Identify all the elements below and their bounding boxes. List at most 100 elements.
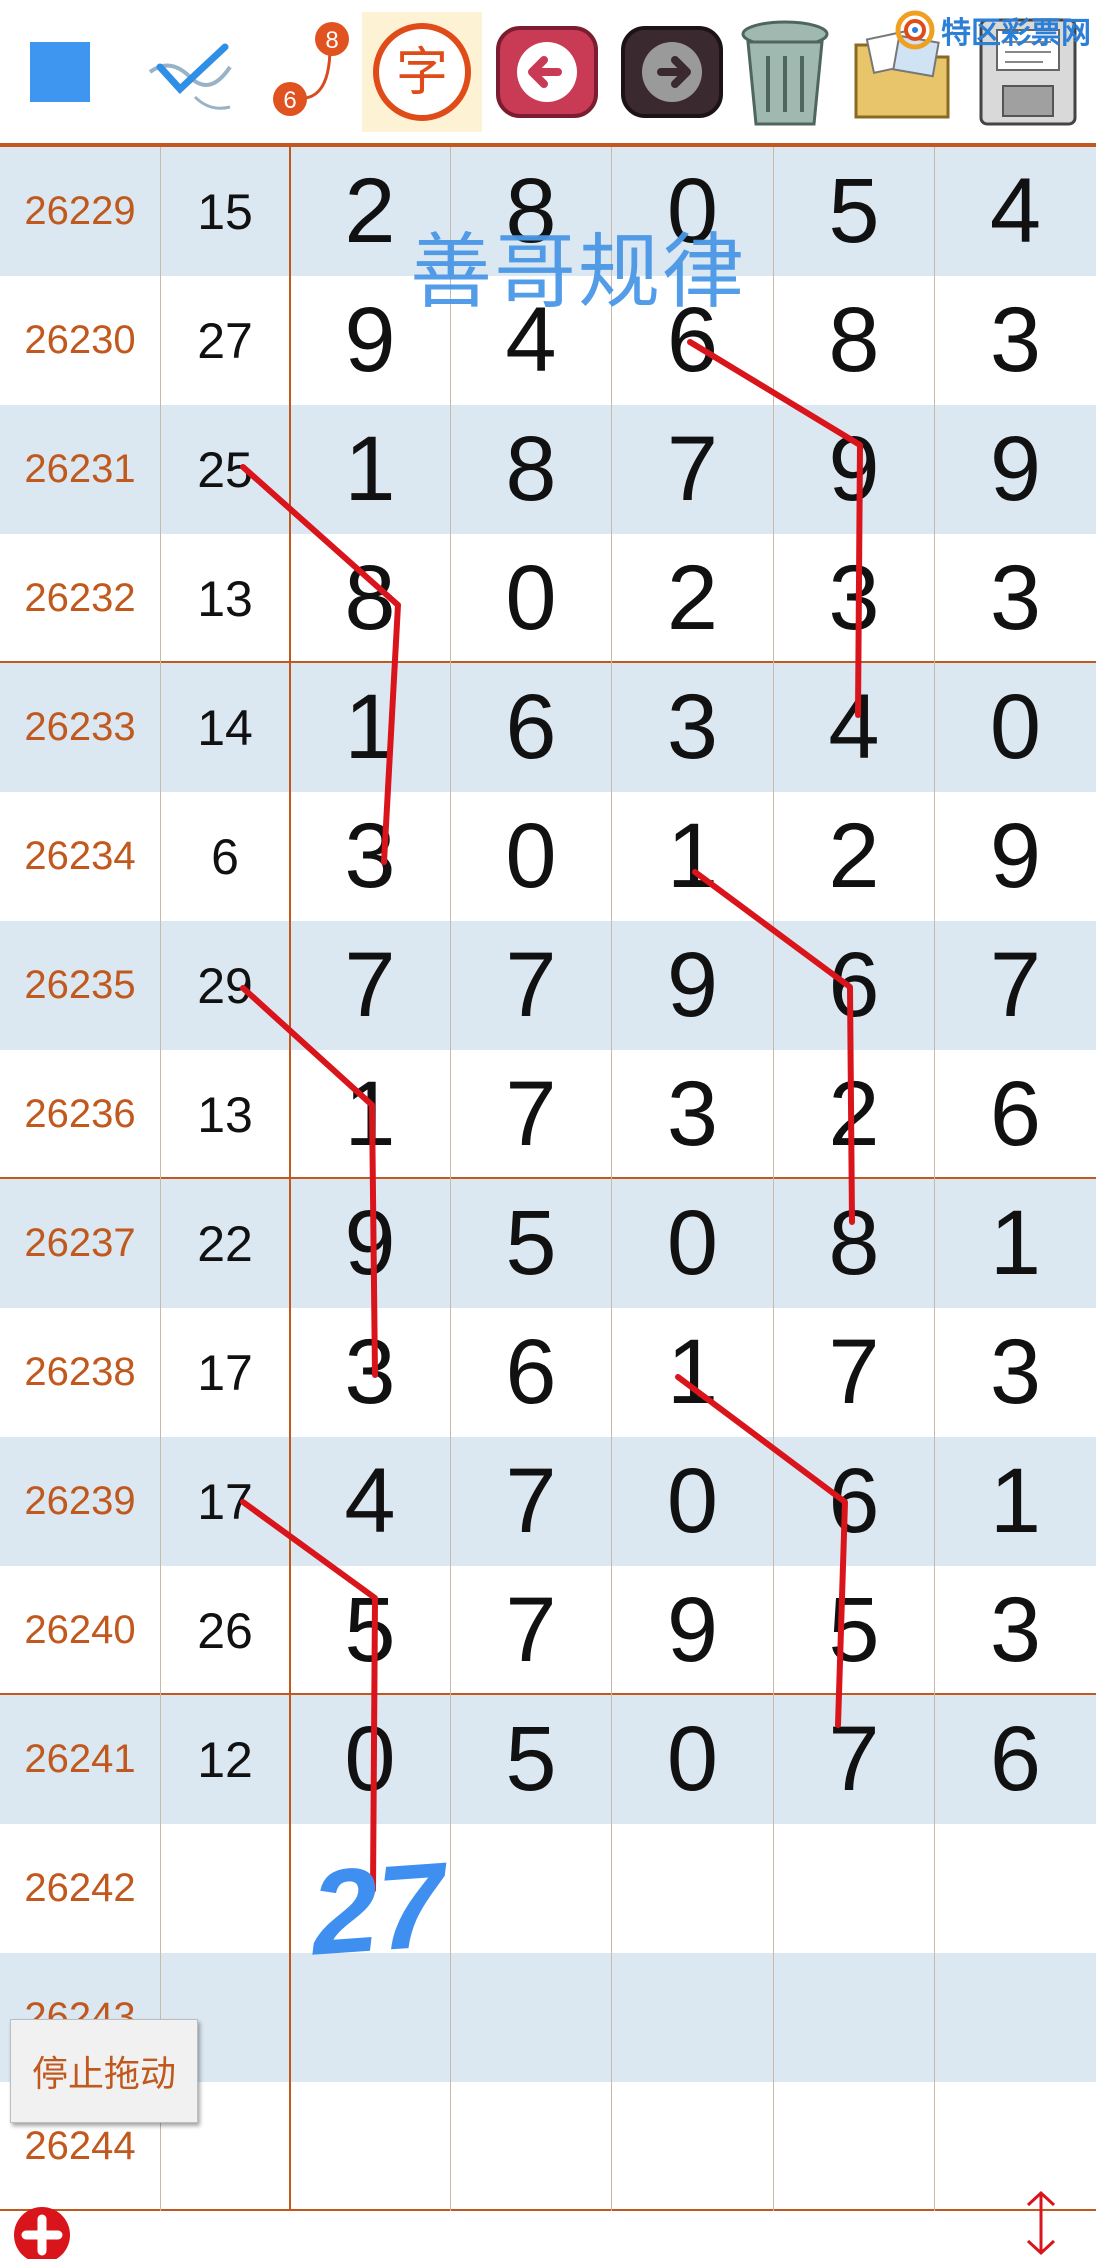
digit-cell[interactable]: 6 xyxy=(935,1050,1096,1179)
digit-cell[interactable]: 9 xyxy=(290,1179,450,1308)
digit-cell[interactable] xyxy=(451,2082,611,2211)
digit-cell[interactable]: 0 xyxy=(935,663,1096,792)
issue-number: 26234 xyxy=(24,834,136,878)
issue-number: 26238 xyxy=(24,1350,136,1394)
digit-cell[interactable]: 9 xyxy=(612,1566,773,1695)
number-link-icon[interactable]: 8 6 xyxy=(255,12,375,132)
digit-cell[interactable]: 3 xyxy=(935,1566,1096,1695)
digit-cell[interactable]: 5 xyxy=(774,147,934,276)
digit-cell[interactable]: 3 xyxy=(774,534,934,663)
digit-cell[interactable]: 1 xyxy=(290,1050,450,1179)
digit-cell[interactable]: 7 xyxy=(612,405,773,534)
digit-cell[interactable]: 4 xyxy=(774,663,934,792)
digit-cell[interactable]: 0 xyxy=(451,534,611,663)
digit-cell[interactable]: 7 xyxy=(935,921,1096,1050)
trash-icon[interactable] xyxy=(725,12,845,132)
digit-cell[interactable]: 6 xyxy=(774,921,934,1050)
digit-cell[interactable]: 5 xyxy=(451,1695,611,1824)
digit-cell[interactable]: 6 xyxy=(451,663,611,792)
digit-cell[interactable]: 3 xyxy=(935,1308,1096,1437)
digit-cell[interactable]: 7 xyxy=(451,1437,611,1566)
table-row: 26238 17 3 6 1 7 3 xyxy=(0,1308,1096,1437)
digit-cell[interactable]: 1 xyxy=(935,1179,1096,1308)
col-divider xyxy=(611,147,612,2211)
digit-cell[interactable] xyxy=(451,1824,611,1953)
digit-cell[interactable]: 6 xyxy=(774,1437,934,1566)
digit-cell[interactable]: 7 xyxy=(290,921,450,1050)
digit-cell[interactable]: 7 xyxy=(451,1566,611,1695)
digit-cell[interactable]: 1 xyxy=(612,792,773,921)
digit-cell[interactable]: 0 xyxy=(612,1695,773,1824)
table-row: 26236 13 1 7 3 2 6 xyxy=(0,1050,1096,1179)
digit-cell[interactable]: 1 xyxy=(290,405,450,534)
digit-cell[interactable]: 3 xyxy=(612,663,773,792)
digit-cell[interactable] xyxy=(774,1953,934,2082)
digit-cell[interactable]: 9 xyxy=(935,405,1096,534)
digit-cell[interactable] xyxy=(935,1824,1096,1953)
digit-cell[interactable] xyxy=(612,1824,773,1953)
digit-cell[interactable] xyxy=(290,2082,450,2211)
add-icon[interactable] xyxy=(6,2199,78,2259)
checkmark-pen-icon[interactable] xyxy=(130,12,250,132)
digit-cell[interactable] xyxy=(774,2082,934,2211)
sum-value xyxy=(161,1824,289,1953)
digit-cell[interactable]: 1 xyxy=(290,663,450,792)
digit-cell[interactable]: 0 xyxy=(612,1179,773,1308)
col-divider xyxy=(934,147,935,2211)
digit-cell[interactable]: 3 xyxy=(935,534,1096,663)
digit-cell[interactable]: 2 xyxy=(774,792,934,921)
stop-drag-button[interactable]: 停止拖动 xyxy=(10,2019,198,2123)
digit-cell[interactable]: 0 xyxy=(612,1437,773,1566)
digit-cell[interactable]: 3 xyxy=(612,1050,773,1179)
forward-arrow-icon[interactable] xyxy=(612,12,732,132)
blue-square-icon[interactable] xyxy=(0,12,120,132)
digit-cell[interactable]: 7 xyxy=(774,1695,934,1824)
digit-cell[interactable]: 8 xyxy=(290,534,450,663)
digit-cell[interactable]: 5 xyxy=(774,1566,934,1695)
table-row: 26240 26 5 7 9 5 3 xyxy=(0,1566,1096,1695)
digit-cell[interactable]: 9 xyxy=(774,405,934,534)
digit-cell[interactable]: 7 xyxy=(774,1308,934,1437)
digit-cell[interactable]: 1 xyxy=(612,1308,773,1437)
digit-cell[interactable]: 1 xyxy=(935,1437,1096,1566)
digit-cell[interactable]: 6 xyxy=(451,1308,611,1437)
digit-cell[interactable]: 5 xyxy=(290,1566,450,1695)
digit-cell[interactable] xyxy=(451,1953,611,2082)
dot-number-bottom: 6 xyxy=(283,87,296,114)
digit-cell[interactable]: 8 xyxy=(774,276,934,405)
sum-value: 26 xyxy=(197,1602,253,1659)
digit-cell[interactable] xyxy=(612,2082,773,2211)
digit-cell[interactable]: 9 xyxy=(935,792,1096,921)
digit-cell[interactable]: 2 xyxy=(774,1050,934,1179)
digit-cell[interactable]: 7 xyxy=(451,1050,611,1179)
digit-cell[interactable]: 2 xyxy=(612,534,773,663)
digit-cell[interactable]: 0 xyxy=(290,1695,450,1824)
col-divider xyxy=(289,147,291,2211)
digit-cell[interactable] xyxy=(935,1953,1096,2082)
digit-cell[interactable]: 8 xyxy=(451,405,611,534)
digit-cell[interactable]: 5 xyxy=(451,1179,611,1308)
digit-cell[interactable]: 3 xyxy=(290,1308,450,1437)
digit-cell[interactable]: 0 xyxy=(451,792,611,921)
digit-cell[interactable]: 4 xyxy=(290,1437,450,1566)
digit-cell[interactable] xyxy=(774,1824,934,1953)
char-mode-icon[interactable]: 字 xyxy=(362,12,482,132)
issue-number: 26232 xyxy=(24,576,136,620)
digit-cell[interactable] xyxy=(290,1824,450,1953)
digit-cell[interactable]: 9 xyxy=(612,921,773,1050)
back-arrow-icon[interactable] xyxy=(487,12,607,132)
drag-vertical-icon[interactable] xyxy=(1016,2187,1066,2259)
col-divider xyxy=(773,147,774,2211)
issue-number: 26235 xyxy=(24,963,136,1007)
issue-number: 26240 xyxy=(24,1608,136,1652)
digit-cell[interactable]: 3 xyxy=(935,276,1096,405)
digit-cell[interactable] xyxy=(612,1953,773,2082)
digit-cell[interactable]: 3 xyxy=(290,792,450,921)
digit-cell[interactable]: 4 xyxy=(935,147,1096,276)
digit-cell[interactable] xyxy=(290,1953,450,2082)
digit-cell[interactable]: 6 xyxy=(935,1695,1096,1824)
sum-value: 13 xyxy=(197,1086,253,1143)
digit-cell[interactable]: 7 xyxy=(451,921,611,1050)
digit-cell[interactable]: 8 xyxy=(774,1179,934,1308)
col-divider xyxy=(450,147,451,2211)
